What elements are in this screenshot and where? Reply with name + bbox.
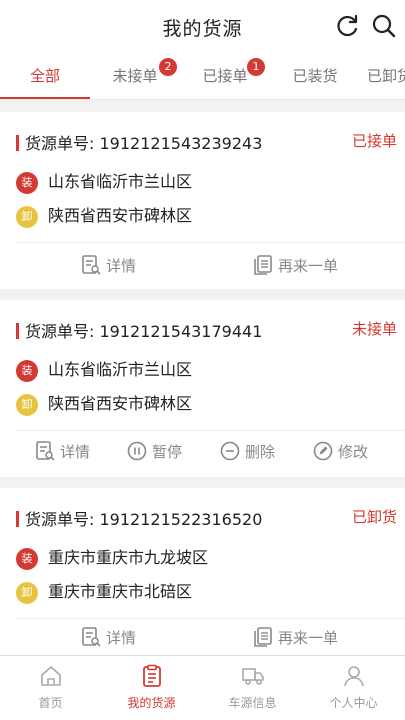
order-no: 1912121543239243 — [99, 134, 263, 153]
load-tag-icon: 装 — [16, 172, 38, 194]
edit-icon — [313, 441, 333, 461]
action-label: 删除 — [245, 443, 276, 461]
status-tabs: 全部 未接单 2 已接单 1 已装货 已卸货 — [0, 56, 405, 100]
tab-label: 已卸货 — [367, 67, 405, 85]
order-card[interactable]: 货源单号: 1912121543239243 已接单 装山东省临沂市兰山区 卸陕… — [0, 112, 405, 289]
details-button[interactable]: 详情 — [80, 615, 136, 655]
refresh-icon[interactable] — [335, 13, 361, 39]
reorder-icon — [254, 627, 272, 647]
tabbar-item-profile[interactable]: 个人中心 — [303, 656, 404, 720]
action-label: 详情 — [106, 629, 137, 647]
action-label: 再来一单 — [278, 257, 339, 275]
pause-button[interactable]: 暂停 — [126, 429, 182, 475]
order-list[interactable]: 货源单号: 1912121543239243 已接单 装山东省临沂市兰山区 卸陕… — [0, 100, 405, 655]
tab-pending[interactable]: 未接单 2 — [95, 56, 177, 99]
card-actions: 详情 暂停 删除 修改 — [0, 429, 405, 475]
tabbar-label: 车源信息 — [228, 696, 277, 710]
order-card[interactable]: 货源单号: 1912121522316520 已卸货 装重庆市重庆市九龙坡区 卸… — [0, 488, 405, 655]
unload-tag-icon: 卸 — [16, 394, 38, 416]
details-icon — [82, 255, 101, 275]
accent-bar — [16, 511, 19, 527]
order-no: 1912121522316520 — [99, 510, 263, 529]
tab-all[interactable]: 全部 — [0, 56, 90, 99]
reorder-icon — [254, 255, 272, 275]
tab-accepted[interactable]: 已接单 1 — [185, 56, 265, 99]
count-badge: 1 — [247, 58, 265, 76]
load-address: 装山东省临沂市兰山区 — [16, 168, 192, 194]
unload-address: 卸重庆市重庆市北碚区 — [16, 578, 192, 604]
bottom-tab-bar: 首页 我的货源 车源信息 个人中心 — [0, 655, 405, 720]
load-address-text: 山东省临沂市兰山区 — [48, 172, 193, 191]
order-no: 1912121543179441 — [99, 322, 263, 341]
action-label: 详情 — [106, 257, 137, 275]
tabbar-label: 我的货源 — [127, 696, 176, 710]
tabbar-item-trucks[interactable]: 车源信息 — [202, 656, 303, 720]
order-card[interactable]: 货源单号: 1912121543179441 未接单 装山东省临沂市兰山区 卸陕… — [0, 300, 405, 477]
count-badge: 2 — [159, 58, 177, 76]
edit-button[interactable]: 修改 — [312, 429, 368, 475]
app-header: 我的货源 — [0, 0, 405, 56]
accent-bar — [16, 323, 19, 339]
status-badge: 已接单 — [351, 132, 397, 150]
tab-label: 全部 — [29, 67, 60, 85]
order-number: 货源单号: 1912121522316520 — [16, 506, 262, 530]
tab-loaded[interactable]: 已装货 — [275, 56, 355, 99]
tab-unloaded[interactable]: 已卸货 — [367, 56, 405, 99]
tabbar-label: 首页 — [38, 696, 63, 710]
clipboard-icon — [142, 664, 161, 687]
details-button[interactable]: 详情 — [80, 243, 136, 289]
tabbar-label: 个人中心 — [329, 696, 378, 710]
accent-bar — [16, 135, 19, 151]
details-icon — [82, 627, 101, 647]
action-label: 暂停 — [152, 443, 183, 461]
action-label: 详情 — [60, 443, 91, 461]
delete-button[interactable]: 删除 — [219, 429, 275, 475]
tabbar-item-my-cargo[interactable]: 我的货源 — [101, 656, 202, 720]
tab-label: 已接单 — [202, 67, 248, 85]
tabbar-item-home[interactable]: 首页 — [0, 656, 101, 720]
details-icon — [36, 441, 55, 461]
truck-icon — [241, 668, 264, 685]
home-icon — [40, 666, 61, 686]
search-icon[interactable] — [371, 13, 397, 39]
tab-label: 已装货 — [292, 67, 338, 85]
action-label: 修改 — [338, 443, 369, 461]
card-actions: 详情 再来一单 — [0, 243, 405, 289]
card-actions: 详情 再来一单 — [0, 615, 405, 655]
unload-address-text: 重庆市重庆市北碚区 — [48, 582, 193, 601]
reorder-button[interactable]: 再来一单 — [252, 615, 338, 655]
pause-icon — [127, 441, 147, 461]
tab-label: 未接单 — [112, 67, 158, 85]
status-badge: 未接单 — [351, 320, 397, 338]
order-label: 货源单号: — [25, 322, 95, 341]
load-address-text: 山东省临沂市兰山区 — [48, 360, 193, 379]
order-number: 货源单号: 1912121543179441 — [16, 318, 262, 342]
unload-address: 卸陕西省西安市碑林区 — [16, 202, 192, 228]
status-badge: 已卸货 — [351, 508, 397, 526]
action-label: 再来一单 — [278, 629, 339, 647]
order-label: 货源单号: — [25, 134, 95, 153]
unload-address-text: 陕西省西安市碑林区 — [48, 206, 193, 225]
order-number: 货源单号: 1912121543239243 — [16, 130, 262, 154]
unload-tag-icon: 卸 — [16, 582, 38, 604]
order-label: 货源单号: — [25, 510, 95, 529]
load-tag-icon: 装 — [16, 548, 38, 570]
load-address: 装山东省临沂市兰山区 — [16, 356, 192, 382]
details-button[interactable]: 详情 — [34, 429, 90, 475]
load-address-text: 重庆市重庆市九龙坡区 — [48, 548, 209, 567]
unload-tag-icon: 卸 — [16, 206, 38, 228]
load-address: 装重庆市重庆市九龙坡区 — [16, 544, 208, 570]
person-icon — [343, 666, 364, 687]
load-tag-icon: 装 — [16, 360, 38, 382]
unload-address: 卸陕西省西安市碑林区 — [16, 390, 192, 416]
unload-address-text: 陕西省西安市碑林区 — [48, 394, 193, 413]
reorder-button[interactable]: 再来一单 — [252, 243, 338, 289]
minus-circle-icon — [220, 441, 240, 461]
